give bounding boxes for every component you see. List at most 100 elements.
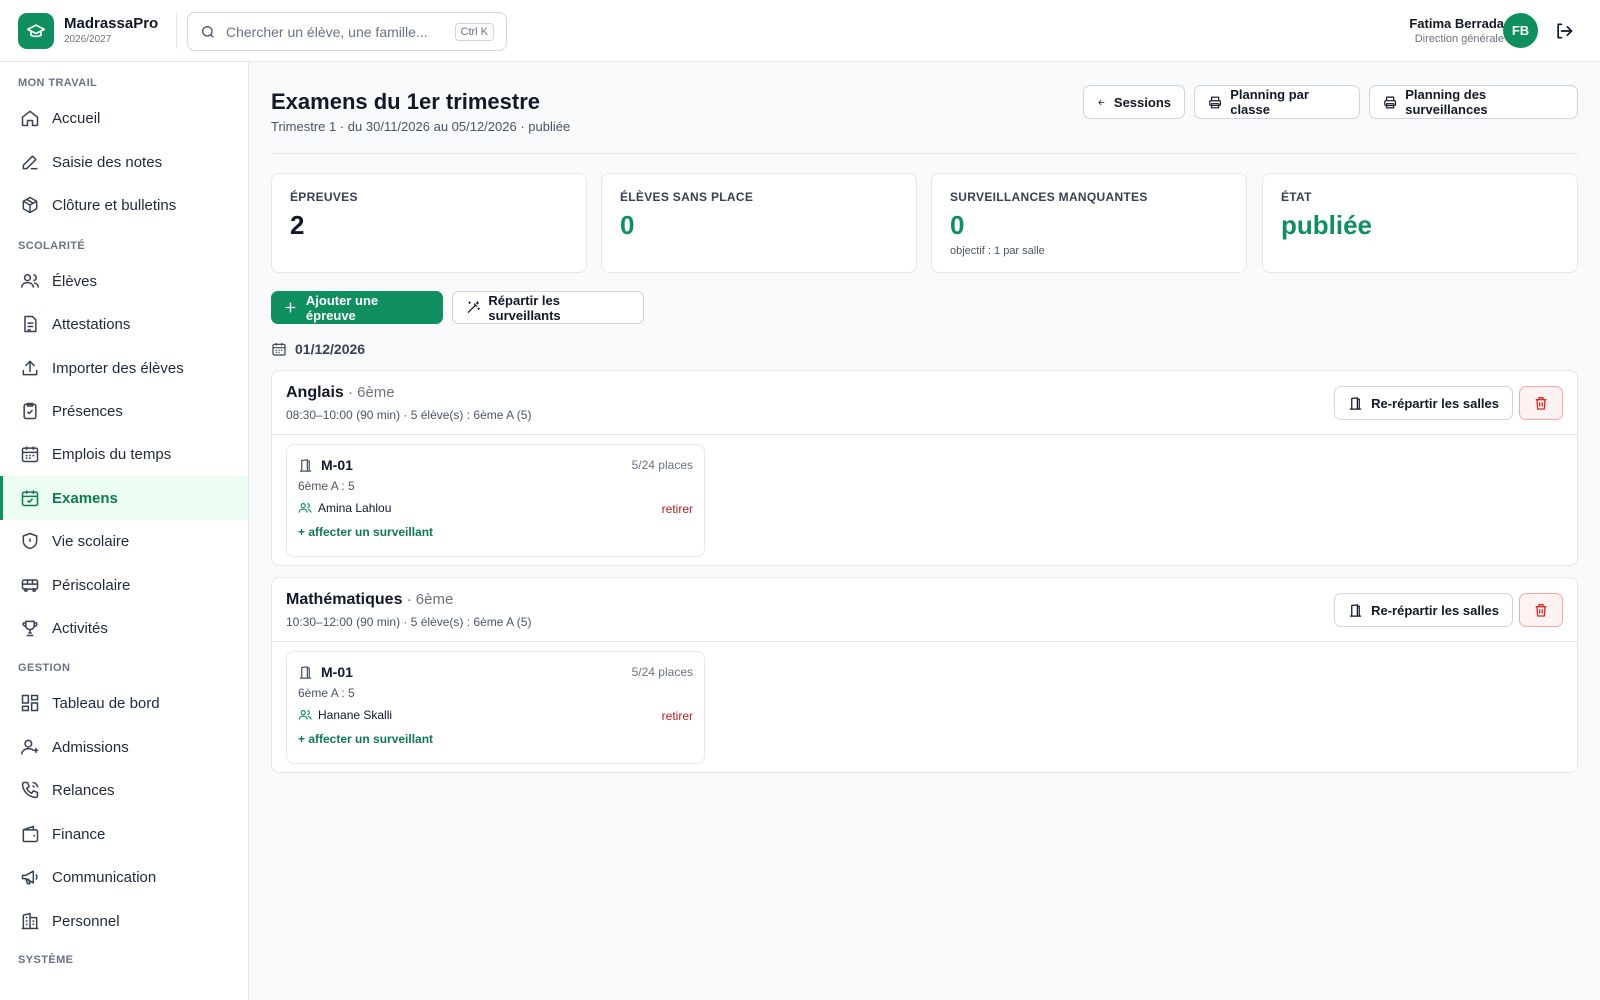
room-classes: 6ème A : 5 <box>298 686 355 700</box>
exam-header: Mathématiques · 6ème 10:30–12:00 (90 min… <box>272 578 1577 642</box>
exam-date-heading: 01/12/2026 <box>271 341 365 357</box>
calendar-icon <box>272 343 286 356</box>
delete-exam-button[interactable] <box>1519 386 1563 420</box>
logout-icon[interactable] <box>1554 21 1574 41</box>
stat-value: 2 <box>290 210 305 240</box>
room-classes: 6ème A : 5 <box>298 479 355 493</box>
add-epreuve-label: Ajouter une épreuve <box>305 292 379 323</box>
pen-icon <box>22 155 38 170</box>
sidebar-item-vie-scolaire[interactable]: Vie scolaire <box>0 519 248 563</box>
stat-label: SURVEILLANCES MANQUANTES <box>950 190 1148 204</box>
stat-card-eleves-sans-place: ÉLÈVES SANS PLACE 0 <box>601 173 917 273</box>
repartir-surveillants-button[interactable]: Répartir les surveillants <box>452 291 644 324</box>
arrow-left-icon <box>1098 99 1105 105</box>
sidebar-item-label: Activités <box>52 619 108 637</box>
sidebar-item-emplois-du-temps[interactable]: Emplois du temps <box>0 432 248 476</box>
supervisor-name: Amina Lahlou <box>318 501 392 515</box>
sidebar-item-communication[interactable]: Communication <box>0 855 248 899</box>
assign-supervisor-link[interactable]: + affecter un surveillant <box>298 525 693 539</box>
remove-supervisor-link[interactable]: retirer <box>662 502 693 516</box>
sidebar-item-admissions[interactable]: Admissions <box>0 725 248 769</box>
divider <box>176 13 177 49</box>
sidebar-item-label: Examens <box>52 489 118 507</box>
clipboard-check-icon <box>23 402 37 420</box>
assign-supervisor-link[interactable]: + affecter un surveillant <box>298 732 693 746</box>
exam-title: Anglais · 6ème <box>286 384 395 402</box>
room-places: 5/24 places <box>631 665 693 679</box>
sidebar-item-accueil[interactable]: Accueil <box>0 96 248 140</box>
stat-label: ÉPREUVES <box>290 190 358 204</box>
sidebar-item-label: Élèves <box>52 272 98 290</box>
sessions-button[interactable]: Sessions <box>1083 85 1185 119</box>
search-input[interactable]: Chercher un élève, une famille... Ctrl K <box>187 12 507 51</box>
phone-icon <box>21 781 39 799</box>
sidebar-item-relances[interactable]: Relances <box>0 768 248 812</box>
sidebar-item-personnel[interactable]: Personnel <box>0 899 248 943</box>
sidebar-item-label: Admissions <box>52 738 129 756</box>
search-shortcut-badge: Ctrl K <box>454 22 494 41</box>
sidebar-item-examens[interactable]: Examens <box>0 476 248 520</box>
planning-surveillances-button[interactable]: Planning des surveillances <box>1369 85 1578 119</box>
magic-wand-icon <box>467 301 480 313</box>
exam-meta: 10:30–12:00 (90 min) · 5 élève(s) : 6ème… <box>286 615 532 629</box>
page-subtitle: Trimestre 1 · du 30/11/2026 au 05/12/202… <box>271 119 571 134</box>
megaphone-icon <box>21 870 38 885</box>
exam-meta: 08:30–10:00 (90 min) · 5 élève(s) : 6ème… <box>286 408 532 422</box>
add-epreuve-button[interactable]: Ajouter une épreuve <box>271 291 443 324</box>
shield-icon <box>22 532 38 550</box>
sidebar-item-label: Relances <box>52 781 115 799</box>
exam-card-anglais: Anglais · 6ème 08:30–10:00 (90 min) · 5 … <box>271 370 1578 566</box>
redistribute-rooms-button[interactable]: Re-répartir les salles <box>1334 386 1513 420</box>
sidebar-item-label: Accueil <box>52 109 101 127</box>
search-icon <box>202 25 214 38</box>
sidebar-item-tableau-de-bord[interactable]: Tableau de bord <box>0 681 248 725</box>
building-icon <box>21 912 39 930</box>
supervisor: Hanane Skalli <box>298 708 693 722</box>
app-logo-icon[interactable] <box>18 13 54 49</box>
sidebar-item-label: Saisie des notes <box>52 153 163 171</box>
sidebar-item-label: Communication <box>52 868 157 886</box>
stat-note: objectif : 1 par salle <box>950 245 1045 257</box>
remove-supervisor-link[interactable]: retirer <box>662 709 693 723</box>
planning-classe-label: Planning par classe <box>1230 87 1309 117</box>
planning-surveillances-label: Planning des surveillances <box>1405 87 1488 117</box>
sessions-label: Sessions <box>1113 94 1171 110</box>
sidebar-item-attestations[interactable]: Attestations <box>0 302 248 346</box>
sidebar-item-finance[interactable]: Finance <box>0 812 248 856</box>
delete-exam-button[interactable] <box>1519 593 1563 627</box>
sidebar-item-saisie-notes[interactable]: Saisie des notes <box>0 140 248 184</box>
sidebar-item-label: Tableau de bord <box>52 694 160 712</box>
divider <box>271 153 1578 154</box>
redistribute-rooms-button[interactable]: Re-répartir les salles <box>1334 593 1513 627</box>
door-icon <box>299 665 312 679</box>
user-role: Direction générale <box>1414 33 1504 45</box>
stat-value: 0 <box>950 210 965 240</box>
stat-label: ÉLÈVES SANS PLACE <box>620 190 754 204</box>
search-placeholder: Chercher un élève, une famille... <box>226 23 428 40</box>
main-content: Examens du 1er trimestre Trimestre 1 · d… <box>249 62 1600 1000</box>
sidebar-item-activites[interactable]: Activités <box>0 606 248 650</box>
sidebar-section-systeme: SYSTÈME <box>18 954 74 966</box>
plus-icon <box>285 302 296 313</box>
sidebar-item-cloture-bulletins[interactable]: Clôture et bulletins <box>0 183 248 227</box>
sidebar-item-label: Personnel <box>52 912 120 930</box>
sidebar-item-importer-eleves[interactable]: Importer des élèves <box>0 346 248 390</box>
calendar-icon <box>21 446 39 463</box>
sidebar-item-periscolaire[interactable]: Périscolaire <box>0 563 248 607</box>
planning-classe-button[interactable]: Planning par classe <box>1194 85 1360 119</box>
home-icon <box>21 110 39 127</box>
supervisor: Amina Lahlou <box>298 501 693 515</box>
sidebar-item-label: Finance <box>52 825 106 843</box>
room-places: 5/24 places <box>631 458 693 472</box>
sidebar-item-eleves[interactable]: Élèves <box>0 259 248 303</box>
stat-card-epreuves: ÉPREUVES 2 <box>271 173 587 273</box>
sidebar-section-scolarite: SCOLARITÉ <box>18 240 86 252</box>
trash-icon <box>1535 397 1547 410</box>
redistribute-rooms-label: Re-répartir les salles <box>1371 602 1499 618</box>
door-icon <box>299 458 312 472</box>
room-card: M-01 5/24 places 6ème A : 5 Amina Lahlou… <box>286 444 705 557</box>
sidebar-item-presences[interactable]: Présences <box>0 389 248 433</box>
avatar[interactable]: FB <box>1503 13 1538 48</box>
bus-icon <box>21 579 39 592</box>
users-icon <box>20 274 40 288</box>
